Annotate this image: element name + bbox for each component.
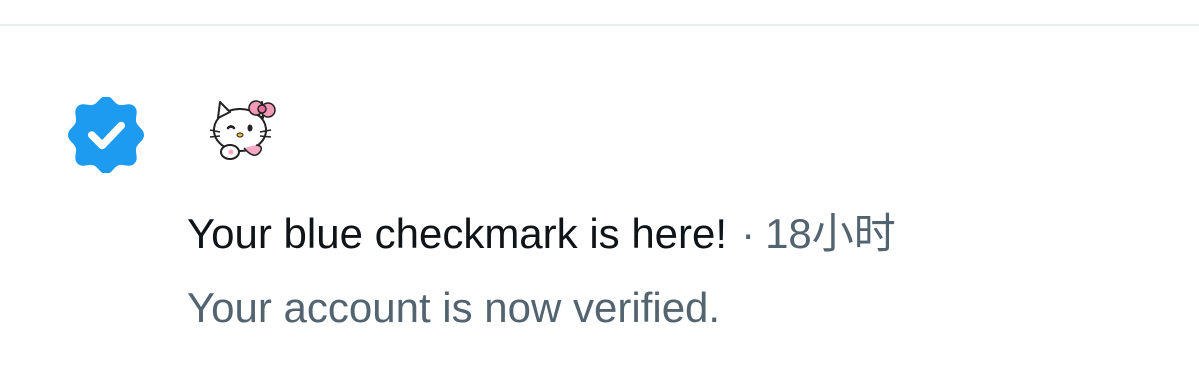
- notification-title-line: Your blue checkmark is here! · 18小时: [187, 204, 896, 264]
- notification-time: 18小时: [765, 210, 896, 257]
- verified-badge-icon: [68, 97, 144, 173]
- separator-dot: ·: [741, 210, 756, 257]
- avatar[interactable]: [200, 90, 282, 172]
- notification-title: Your blue checkmark is here!: [187, 210, 728, 257]
- notification-subtitle: Your account is now verified.: [187, 284, 721, 331]
